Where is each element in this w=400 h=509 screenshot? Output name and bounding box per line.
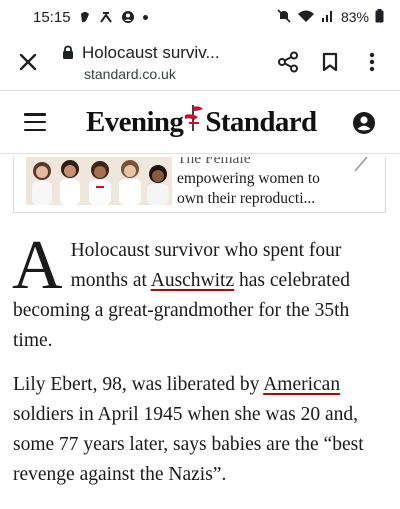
battery-icon (375, 8, 384, 26)
article-body: A Holocaust survivor who spent four mont… (12, 227, 387, 504)
mute-icon (277, 8, 291, 26)
related-article-title-line1: empowering women to (177, 170, 320, 187)
p2-text-a: Lily Ebert, 98, was liberated by (13, 374, 264, 395)
tab-title-row: Holocaust surviv... (62, 43, 276, 63)
share-button[interactable] (276, 50, 300, 74)
notification-icon-1 (79, 10, 91, 24)
p2-text-b: soldiers in April 1945 when she was 20 a… (13, 404, 364, 485)
more-vert-icon (369, 52, 375, 72)
related-article-title-line2: own their reproducti... (177, 190, 316, 207)
browser-toolbar: Holocaust surviv... standard.co.uk (0, 34, 400, 90)
close-tab-button[interactable] (0, 34, 56, 90)
account-button[interactable] (352, 111, 376, 135)
related-article-title: The Female empowering women to own their… (177, 157, 377, 209)
tab-title: Holocaust surviv... (82, 42, 220, 62)
article-paragraph-1: A Holocaust survivor who spent four mont… (12, 227, 387, 356)
toolbar-actions (276, 50, 400, 74)
logo-text-right: Standard (205, 105, 317, 138)
logo-flag-icon (184, 103, 204, 141)
battery-percent: 83% (340, 9, 369, 25)
menu-icon (24, 113, 46, 116)
status-right: 83% (277, 8, 384, 26)
drop-cap: A (12, 227, 63, 304)
status-time: 15:15 (33, 8, 71, 26)
site-logo[interactable]: Evening Standard (86, 105, 317, 139)
more-notifications-dot (142, 14, 148, 20)
site-header: Evening Standard (0, 90, 400, 154)
more-options-button[interactable] (360, 50, 384, 74)
url-bar[interactable]: Holocaust surviv... standard.co.uk (56, 43, 276, 82)
page-domain: standard.co.uk (84, 65, 176, 82)
menu-icon-bar (24, 128, 46, 131)
wifi-icon (297, 9, 315, 26)
menu-button[interactable] (24, 113, 46, 131)
status-left: 15:15 (33, 9, 148, 26)
close-icon (19, 53, 37, 71)
chevron-icon (353, 157, 369, 180)
related-article-title-line0: The Female (177, 157, 251, 167)
american-link[interactable]: American (263, 374, 340, 395)
bookmark-icon (322, 52, 338, 72)
bookmark-button[interactable] (318, 50, 342, 74)
status-bar: 15:15 83% (0, 0, 400, 34)
menu-icon-bar (24, 120, 46, 124)
article-paragraph-2: Lily Ebert, 98, was liberated by America… (13, 370, 387, 490)
logo-text-left: Evening (86, 105, 184, 138)
related-article-image (26, 157, 172, 205)
signal-icon (321, 9, 335, 26)
auschwitz-link[interactable]: Auschwitz (151, 270, 234, 291)
related-article-card[interactable]: The Female empowering women to own their… (13, 157, 386, 213)
notification-icon-3 (121, 10, 135, 24)
account-icon (353, 112, 375, 134)
notification-icon-2 (99, 10, 113, 24)
share-icon (278, 51, 298, 73)
lock-icon (63, 45, 73, 59)
